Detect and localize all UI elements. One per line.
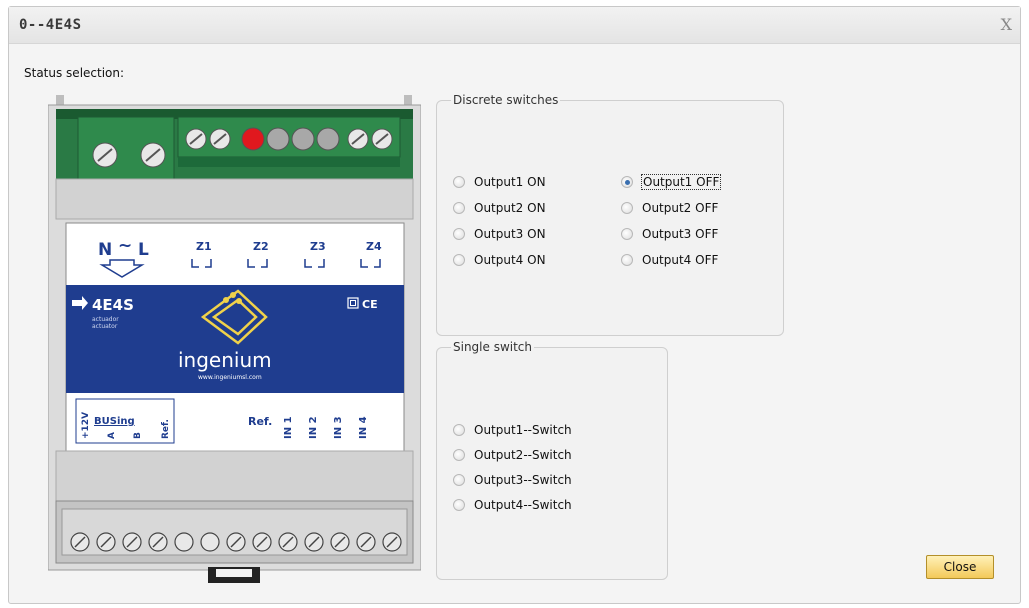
svg-text:+12V: +12V: [81, 412, 91, 439]
brand-url: www.ingeniumsl.com: [198, 374, 262, 381]
radio-button-icon[interactable]: [621, 254, 633, 266]
svg-text:A: A: [107, 432, 117, 439]
model-label: 4E4S: [92, 296, 134, 314]
radio-button-icon[interactable]: [453, 202, 465, 214]
close-icon[interactable]: X: [1001, 15, 1012, 34]
svg-text:actuador: actuador: [92, 316, 119, 323]
zone-label: Z4: [366, 240, 382, 253]
radio-output3-off[interactable]: Output3 OFF: [621, 227, 718, 241]
label-n: N: [98, 240, 112, 260]
radio-output4-switch[interactable]: Output4--Switch: [453, 498, 572, 512]
title-bar[interactable]: 0--4E4S X: [9, 7, 1020, 44]
radio-output4-on[interactable]: Output4 ON: [453, 253, 546, 267]
zone-label: Z3: [310, 240, 326, 253]
svg-text:IN 3: IN 3: [333, 416, 344, 439]
zone-label: Z2: [253, 240, 269, 253]
radio-button-icon[interactable]: [621, 228, 633, 240]
device-illustration: N ~ L Z1 Z2 Z3 Z4 4E4S actuador actuator…: [48, 95, 421, 583]
close-button[interactable]: Close: [926, 555, 994, 579]
brand-name: ingenium: [178, 348, 272, 372]
radio-output4-off[interactable]: Output4 OFF: [621, 253, 718, 267]
status-selection-label: Status selection:: [24, 66, 125, 80]
single-switch-legend: Single switch: [453, 340, 533, 354]
svg-text:IN 1: IN 1: [283, 416, 294, 439]
radio-button-checked-icon[interactable]: [621, 176, 633, 188]
radio-output2-on[interactable]: Output2 ON: [453, 201, 546, 215]
radio-output3-switch[interactable]: Output3--Switch: [453, 473, 572, 487]
svg-text:B: B: [133, 432, 143, 439]
radio-button-icon[interactable]: [453, 176, 465, 188]
radio-output1-off[interactable]: Output1 OFF: [621, 174, 722, 190]
radio-button-icon[interactable]: [453, 424, 465, 436]
svg-text:IN 4: IN 4: [358, 416, 369, 439]
radio-button-icon[interactable]: [453, 254, 465, 266]
radio-output1-switch[interactable]: Output1--Switch: [453, 423, 572, 437]
radio-output2-off[interactable]: Output2 OFF: [621, 201, 718, 215]
ref-label: Ref.: [248, 415, 272, 428]
radio-button-icon[interactable]: [453, 499, 465, 511]
svg-text:IN 2: IN 2: [308, 416, 319, 439]
label-l: L: [138, 240, 149, 260]
window-title: 0--4E4S: [19, 17, 82, 33]
discrete-switches-legend: Discrete switches: [453, 93, 559, 107]
radio-output3-on[interactable]: Output3 ON: [453, 227, 546, 241]
active-indicator: [241, 127, 265, 151]
svg-text:Ref.: Ref.: [161, 419, 171, 439]
radio-button-icon[interactable]: [453, 228, 465, 240]
busing-logo: BUSing: [94, 416, 135, 427]
svg-text:actuator: actuator: [92, 323, 118, 330]
radio-button-icon[interactable]: [453, 449, 465, 461]
zone-label: Z1: [196, 240, 212, 253]
label-tilde: ~: [118, 236, 132, 256]
radio-button-icon[interactable]: [621, 202, 633, 214]
radio-output1-on[interactable]: Output1 ON: [453, 175, 546, 189]
ce-mark: CE: [362, 298, 378, 311]
radio-output2-switch[interactable]: Output2--Switch: [453, 448, 572, 462]
radio-button-icon[interactable]: [453, 474, 465, 486]
